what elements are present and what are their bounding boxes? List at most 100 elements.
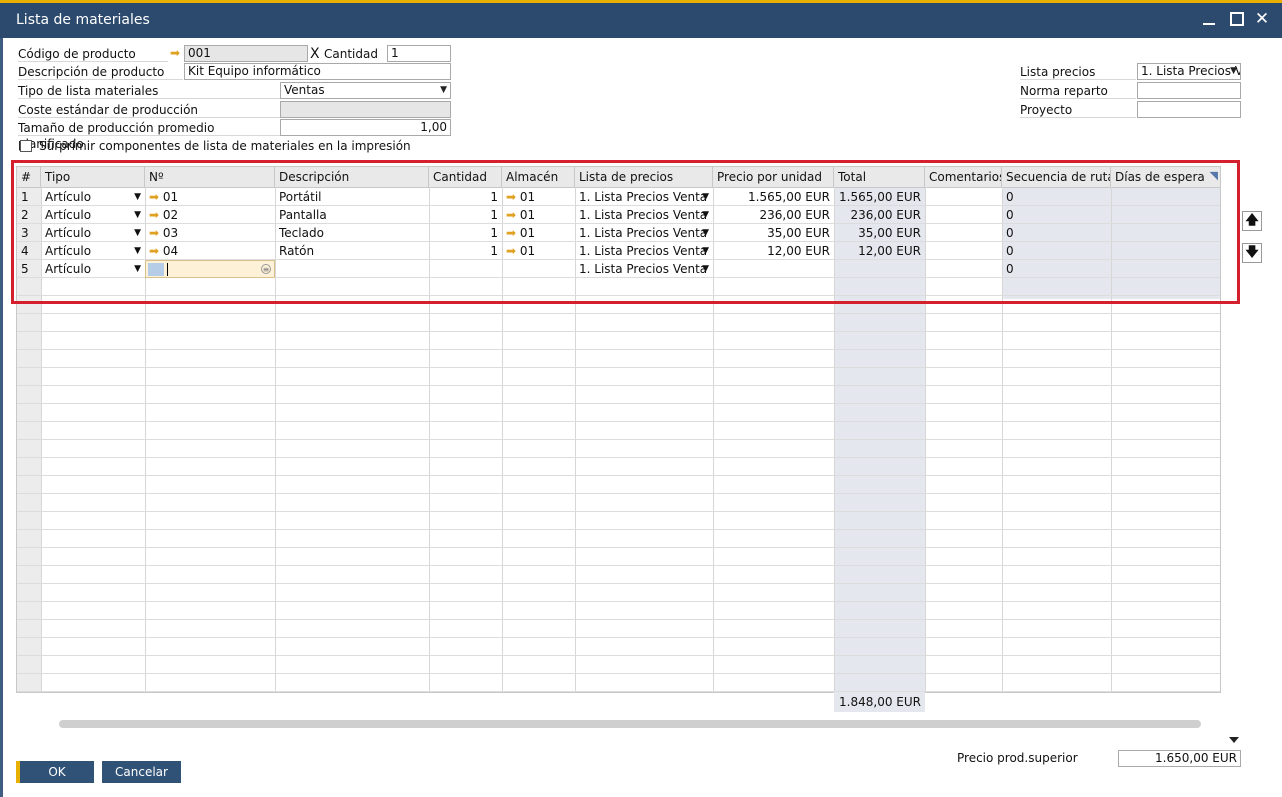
minimize-icon[interactable] [1199, 9, 1219, 29]
choose-from-list-icon[interactable]: ≡ [261, 264, 271, 274]
col-header-warehouse[interactable]: Almacén [502, 167, 575, 187]
move-up-icon[interactable]: 🡅 [1242, 211, 1262, 231]
row-comments[interactable] [925, 224, 1002, 242]
link-arrow-icon[interactable]: ➡ [149, 245, 159, 257]
link-arrow-icon[interactable]: ➡ [170, 47, 180, 59]
row-warehouse[interactable]: ➡ 01 [502, 224, 575, 242]
row-unit-price[interactable]: 12,00 EUR [713, 242, 834, 260]
col-header-price-list[interactable]: Lista de precios [575, 167, 713, 187]
quantity-input[interactable]: 1 [387, 45, 451, 62]
dropdown-icon[interactable]: ▼ [134, 188, 141, 206]
row-unit-price[interactable]: 35,00 EUR [713, 224, 834, 242]
row-quantity[interactable]: 1 [429, 188, 502, 206]
row-route-seq[interactable]: 0 [1002, 224, 1111, 242]
col-header-qty[interactable]: Cantidad [429, 167, 502, 187]
row-quantity[interactable]: 1 [429, 224, 502, 242]
parent-price-input[interactable]: 1.650,00 EUR [1118, 750, 1241, 767]
link-arrow-icon[interactable]: ➡ [506, 227, 516, 239]
row-quantity[interactable]: 1 [429, 242, 502, 260]
horizontal-scrollbar[interactable] [59, 720, 1201, 728]
product-desc-input[interactable]: Kit Equipo informático [184, 63, 451, 80]
maximize-icon[interactable] [1226, 9, 1246, 29]
dropdown-icon[interactable]: ▼ [702, 206, 709, 224]
dropdown-icon[interactable]: ▼ [702, 224, 709, 242]
row-description[interactable]: Teclado [275, 224, 429, 242]
row-warehouse[interactable]: ➡ 01 [502, 242, 575, 260]
row-warehouse[interactable]: ➡ 01 [502, 188, 575, 206]
row-quantity[interactable]: 1 [429, 206, 502, 224]
row-description[interactable] [275, 260, 429, 278]
row-type-select[interactable]: Artículo ▼ [41, 206, 145, 224]
product-desc-label: Descripción de producto [18, 64, 183, 80]
expand-corner-icon[interactable]: ◥ [1210, 169, 1218, 182]
row-item-no[interactable]: ➡ 01 [145, 188, 275, 206]
bom-type-select[interactable]: Ventas ▼ [280, 82, 451, 99]
grid-row-line [17, 583, 1220, 584]
link-arrow-icon[interactable]: ➡ [506, 191, 516, 203]
product-code-input[interactable]: 001 [184, 45, 308, 62]
link-arrow-icon[interactable]: ➡ [149, 191, 159, 203]
col-header-num[interactable]: # [17, 167, 41, 187]
row-type-select[interactable]: Artículo ▼ [41, 224, 145, 242]
dropdown-icon[interactable]: ▼ [134, 206, 141, 224]
close-icon[interactable]: ✕ [1252, 9, 1272, 29]
col-header-unit-price[interactable]: Precio por unidad [713, 167, 834, 187]
link-arrow-icon[interactable]: ➡ [506, 245, 516, 257]
row-total: 1.565,00 EUR [839, 190, 921, 204]
row-price-list-select[interactable]: 1. Lista Precios Venta ▼ [575, 224, 713, 242]
dropdown-icon[interactable]: ▼ [134, 260, 141, 278]
project-input[interactable] [1137, 101, 1241, 118]
row-route-seq[interactable]: 0 [1002, 206, 1111, 224]
dropdown-icon[interactable]: ▼ [134, 224, 141, 242]
row-item-no[interactable]: ➡ 04 [145, 242, 275, 260]
row-type-select[interactable]: Artículo ▼ [41, 188, 145, 206]
row-type-select[interactable]: Artículo ▼ [41, 260, 145, 278]
col-header-total[interactable]: Total [834, 167, 925, 187]
row-route-seq[interactable]: 0 [1002, 188, 1111, 206]
row-comments[interactable] [925, 242, 1002, 260]
row-description[interactable]: Ratón [275, 242, 429, 260]
std-cost-input[interactable] [280, 101, 451, 118]
col-header-route-seq[interactable]: Secuencia de ruta [1002, 167, 1111, 187]
dropdown-icon[interactable]: ▼ [702, 260, 709, 278]
suppress-checkbox[interactable] [20, 140, 32, 152]
distribution-input[interactable] [1137, 82, 1241, 99]
row-item-no-value: 03 [162, 226, 179, 240]
row-description[interactable]: Pantalla [275, 206, 429, 224]
dropdown-icon[interactable]: ▼ [134, 242, 141, 260]
dropdown-icon[interactable]: ▼ [1230, 64, 1237, 79]
link-arrow-icon[interactable]: ➡ [149, 209, 159, 221]
dropdown-icon[interactable]: ▼ [702, 242, 709, 260]
row-description[interactable]: Portátil [275, 188, 429, 206]
col-header-wait-days[interactable]: Días de espera [1111, 167, 1220, 187]
avg-size-input[interactable]: 1,00 [280, 119, 451, 136]
row-item-no[interactable]: ➡ 02 [145, 206, 275, 224]
dropdown-icon[interactable]: ▼ [702, 188, 709, 206]
row-comments[interactable] [925, 188, 1002, 206]
col-header-no[interactable]: Nº [145, 167, 275, 187]
row-route-seq[interactable]: 0 [1002, 242, 1111, 260]
row-type-select[interactable]: Artículo ▼ [41, 242, 145, 260]
collapse-arrow-icon[interactable] [1229, 737, 1239, 743]
row-price-list-select[interactable]: 1. Lista Precios Venta ▼ [575, 188, 713, 206]
row-unit-price[interactable]: 1.565,00 EUR [713, 188, 834, 206]
dropdown-icon[interactable]: ▼ [440, 83, 447, 98]
row-comments[interactable] [925, 206, 1002, 224]
link-arrow-icon[interactable]: ➡ [149, 227, 159, 239]
row-price-list-select[interactable]: 1. Lista Precios Venta ▼ [575, 260, 713, 278]
ok-button[interactable]: OK [16, 761, 94, 783]
row-price-list-select[interactable]: 1. Lista Precios Venta ▼ [575, 206, 713, 224]
col-header-desc[interactable]: Descripción [275, 167, 429, 187]
row-route-seq[interactable]: 0 [1002, 260, 1111, 278]
row-item-no[interactable]: ➡ 03 [145, 224, 275, 242]
cancel-button[interactable]: Cancelar [102, 761, 181, 783]
link-arrow-icon[interactable]: ➡ [506, 209, 516, 221]
row-unit-price[interactable]: 236,00 EUR [713, 206, 834, 224]
move-down-icon[interactable]: 🡇 [1242, 243, 1262, 263]
col-header-tipo[interactable]: Tipo [41, 167, 145, 187]
row-price-list-select[interactable]: 1. Lista Precios Venta ▼ [575, 242, 713, 260]
price-list-select[interactable]: 1. Lista Precios V ▼ [1137, 63, 1241, 80]
row-warehouse[interactable]: ➡ 01 [502, 206, 575, 224]
active-item-no-input[interactable]: ≡ [145, 260, 275, 278]
col-header-comments[interactable]: Comentarios [925, 167, 1002, 187]
